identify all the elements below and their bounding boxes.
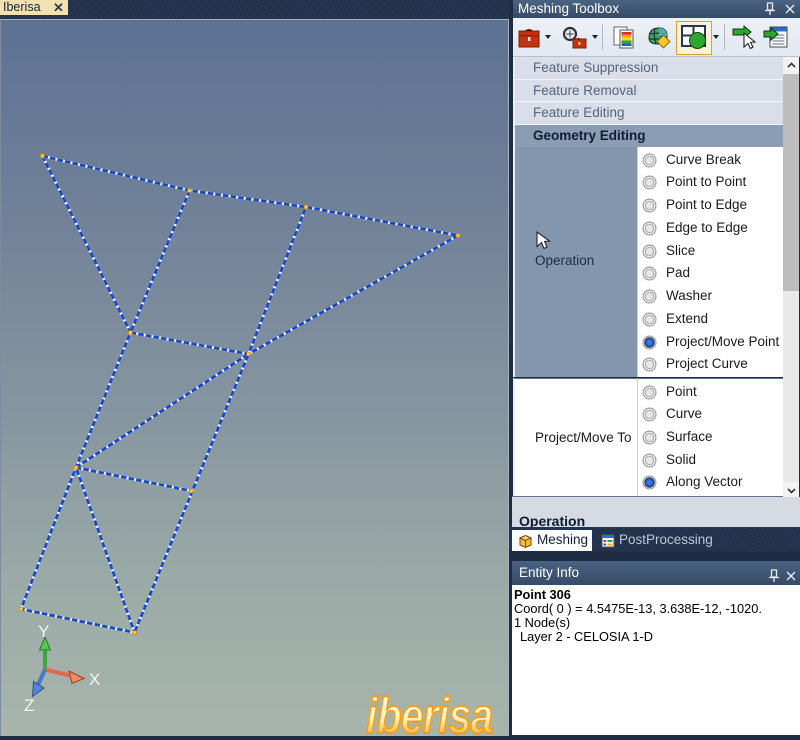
svg-text:Z: Z xyxy=(24,696,34,715)
svg-text:X: X xyxy=(89,670,100,689)
svg-text:Y: Y xyxy=(38,622,49,641)
